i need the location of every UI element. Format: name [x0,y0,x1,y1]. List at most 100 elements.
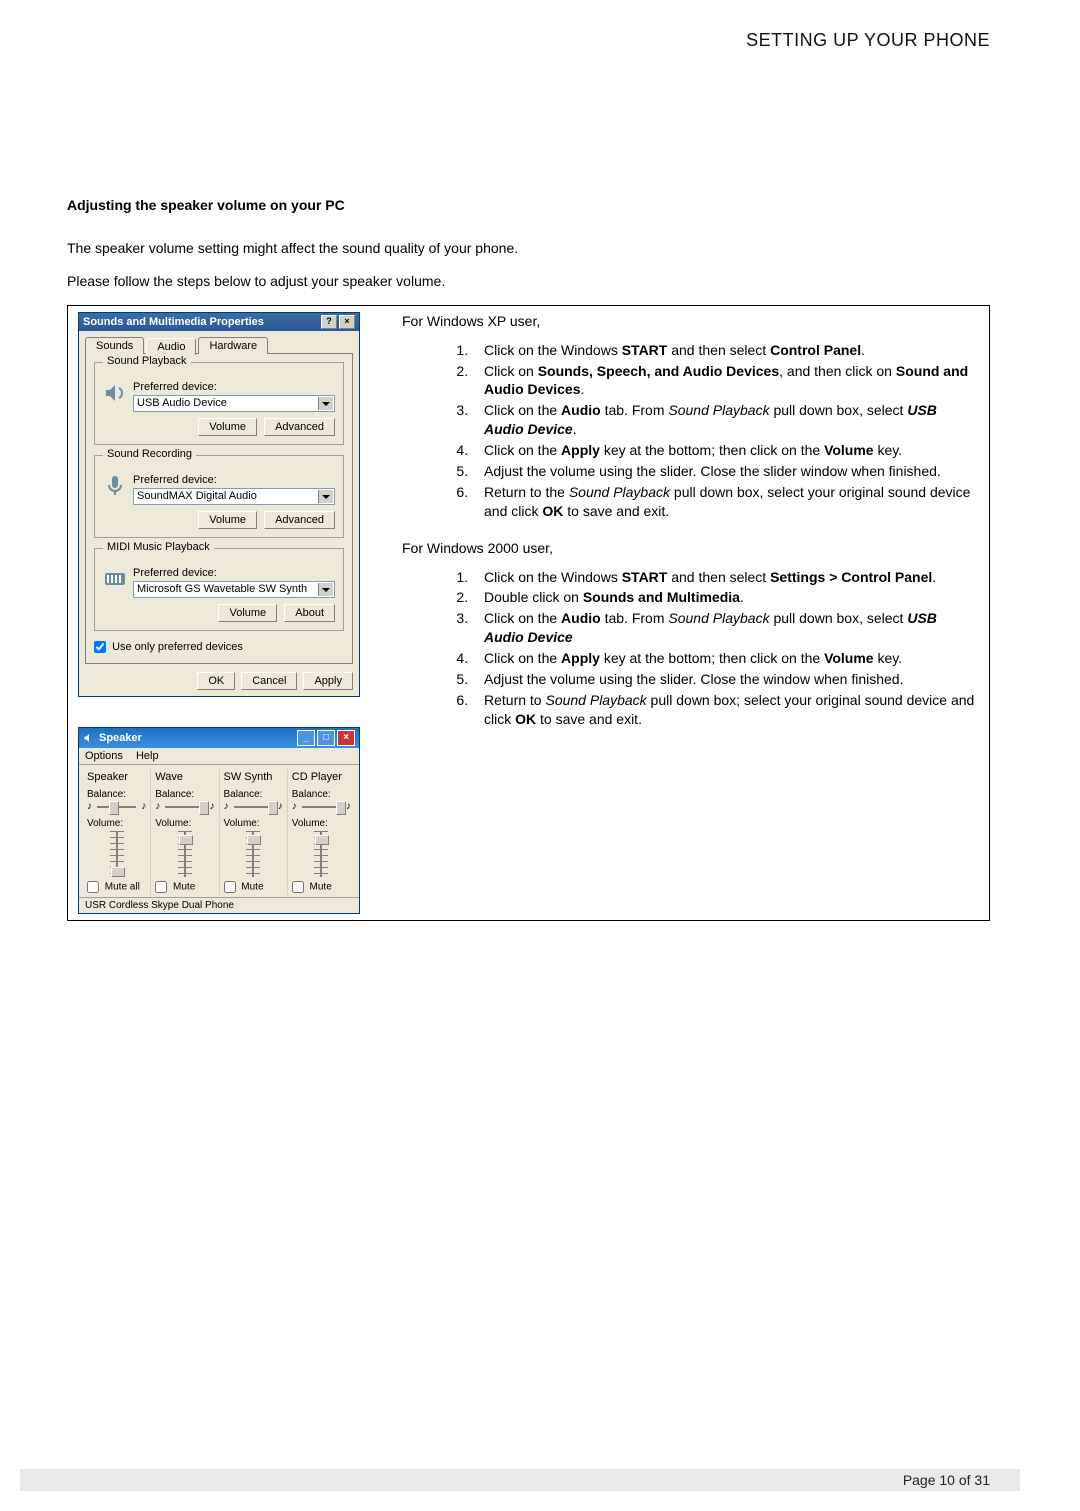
volume-label: Volume: [292,818,351,829]
sound-playback-legend: Sound Playback [103,355,191,367]
mute-checkbox[interactable] [292,881,304,893]
mixer-menu: Options Help [79,748,359,765]
close-button[interactable]: × [337,730,355,746]
balance-knob[interactable] [109,801,119,815]
playback-pref-label: Preferred device: [133,381,335,393]
balance-slider[interactable]: ♪♪ [292,802,351,812]
page-header: SETTING UP YOUR PHONE [67,30,1080,51]
intro-paragraph-2: Please follow the steps below to adjust … [67,272,990,291]
intro-paragraph-1: The speaker volume setting might affect … [67,239,990,258]
midi-playback-group: MIDI Music Playback Preferred device: Mi… [94,548,344,631]
volume-knob[interactable] [315,835,329,845]
speaker-left-icon: ♪ [292,801,297,812]
volume-mixer-window: Speaker _ □ × Options Help Speaker Balanc… [78,727,360,914]
volume-knob[interactable] [247,835,261,845]
sound-recording-legend: Sound Recording [103,448,196,460]
volume-slider[interactable] [246,831,260,877]
volume-knob[interactable] [179,835,193,845]
playback-volume-button[interactable]: Volume [198,418,257,436]
balance-slider[interactable]: ♪♪ [87,802,146,812]
tab-audio[interactable]: Audio [146,338,196,355]
microphone-icon [103,474,127,498]
maximize-button[interactable]: □ [317,730,335,746]
mixer-column: SpeakerBalance:♪♪Volume: Mute all [83,769,150,895]
w2k-heading: For Windows 2000 user, [402,539,977,558]
mute-label: Mute [241,882,263,893]
page-footer: Page 10 of 31 [20,1469,1020,1491]
step-item: Click on the Audio tab. From Sound Playb… [472,609,977,647]
mixer-col-title: Speaker [87,771,146,783]
volume-slider[interactable] [178,831,192,877]
menu-options[interactable]: Options [85,750,123,762]
recording-pref-label: Preferred device: [133,474,335,486]
use-only-preferred-label: Use only preferred devices [112,641,243,653]
menu-help[interactable]: Help [136,750,159,762]
midi-device-select[interactable]: Microsoft GS Wavetable SW Synth [133,581,335,598]
midi-device-value: Microsoft GS Wavetable SW Synth [137,583,307,595]
mute-checkbox[interactable] [224,881,236,893]
step-item: Double click on Sounds and Multimedia. [472,588,977,607]
playback-device-value: USB Audio Device [137,397,227,409]
mixer-col-title: Wave [155,771,214,783]
step-item: Click on the Audio tab. From Sound Playb… [472,401,977,439]
midi-icon [103,567,127,591]
mixer-col-title: CD Player [292,771,351,783]
minimize-button[interactable]: _ [297,730,315,746]
audio-tab-panel: Sound Playback Preferred device: USB Aud… [85,353,353,664]
instructions-column: For Windows XP user, Click on the Window… [396,306,989,920]
speaker-left-icon: ♪ [87,801,92,812]
balance-slider[interactable]: ♪♪ [155,802,214,812]
ok-button[interactable]: OK [197,672,235,690]
volume-label: Volume: [87,818,146,829]
tab-hardware[interactable]: Hardware [198,337,268,354]
balance-label: Balance: [224,789,283,800]
step-item: Click on the Apply key at the bottom; th… [472,441,977,460]
playback-device-select[interactable]: USB Audio Device [133,395,335,412]
balance-slider[interactable]: ♪♪ [224,802,283,812]
balance-knob[interactable] [268,801,278,815]
dialog-titlebar: Sounds and Multimedia Properties ? × [79,313,359,331]
speaker-right-icon: ♪ [346,801,351,812]
mute-checkbox[interactable] [87,881,99,893]
close-button[interactable]: × [339,315,355,329]
dialog-title: Sounds and Multimedia Properties [83,316,264,328]
step-item: Adjust the volume using the slider. Clos… [472,670,977,689]
volume-slider[interactable] [110,831,124,877]
midi-volume-button[interactable]: Volume [218,604,277,622]
balance-label: Balance: [87,789,146,800]
use-only-preferred-checkbox[interactable] [94,641,106,653]
xp-steps-list: Click on the Windows START and then sele… [402,341,977,521]
sound-playback-group: Sound Playback Preferred device: USB Aud… [94,362,344,445]
balance-knob[interactable] [199,801,209,815]
speaker-icon [103,381,127,405]
section-title: Adjusting the speaker volume on your PC [67,197,990,213]
speaker-left-icon: ♪ [224,801,229,812]
tab-sounds[interactable]: Sounds [85,337,144,354]
mute-label: Mute [310,882,332,893]
apply-button[interactable]: Apply [303,672,353,690]
midi-about-button[interactable]: About [284,604,335,622]
mixer-column: SW SynthBalance:♪♪Volume: Mute [219,769,287,895]
mute-checkbox[interactable] [155,881,167,893]
recording-volume-button[interactable]: Volume [198,511,257,529]
sounds-properties-dialog: Sounds and Multimedia Properties ? × Sou… [78,312,360,697]
cancel-button[interactable]: Cancel [241,672,297,690]
recording-device-select[interactable]: SoundMAX Digital Audio [133,488,335,505]
mixer-grid: SpeakerBalance:♪♪Volume: Mute allWaveBal… [79,765,359,897]
dropdown-arrow-icon [318,583,333,596]
xp-heading: For Windows XP user, [402,312,977,331]
recording-advanced-button[interactable]: Advanced [264,511,335,529]
mixer-col-title: SW Synth [224,771,283,783]
volume-knob[interactable] [111,867,125,877]
balance-knob[interactable] [336,801,346,815]
use-only-preferred-row: Use only preferred devices [94,641,344,653]
mixer-column: CD PlayerBalance:♪♪Volume: Mute [287,769,355,895]
recording-device-value: SoundMAX Digital Audio [137,490,257,502]
mixer-status: USR Cordless Skype Dual Phone [79,897,359,913]
playback-advanced-button[interactable]: Advanced [264,418,335,436]
volume-slider[interactable] [314,831,328,877]
mute-label: Mute [173,882,195,893]
mixer-title: Speaker [99,732,142,744]
help-button[interactable]: ? [321,315,337,329]
step-item: Click on Sounds, Speech, and Audio Devic… [472,362,977,400]
